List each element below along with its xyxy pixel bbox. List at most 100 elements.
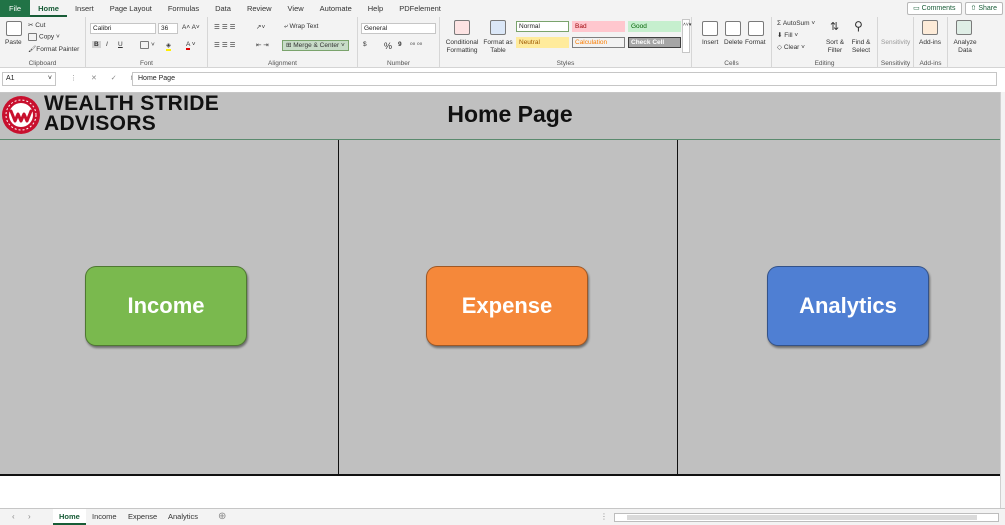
borders-button[interactable]: ˅ bbox=[140, 41, 155, 49]
scrollbar-thumb[interactable] bbox=[627, 515, 977, 520]
fill-color-button[interactable]: ◈ bbox=[166, 41, 171, 51]
chevron-down-icon: ˅ bbox=[47, 75, 52, 82]
tab-formulas[interactable]: Formulas bbox=[160, 0, 207, 17]
indent-buttons[interactable]: ⇤ ⇥ bbox=[256, 41, 269, 49]
clipboard-label: Clipboard bbox=[28, 60, 57, 67]
paint-bucket-icon: ◈ bbox=[166, 42, 171, 51]
autosum-button[interactable]: Σ AutoSum ˅ bbox=[777, 20, 815, 27]
sheet-tab-expense[interactable]: Expense bbox=[122, 509, 163, 525]
cells-group: Insert Delete Format Cells bbox=[692, 17, 772, 68]
cell-style-neutral[interactable]: Neutral bbox=[516, 37, 569, 48]
copy-icon bbox=[28, 33, 37, 41]
ribbon: Paste ✂ Cut Copy ˅ 🖌Format Painter Clipb… bbox=[0, 17, 1005, 68]
styles-scroll[interactable]: ˄˅▾ bbox=[682, 19, 691, 53]
sheet-tab-income[interactable]: Income bbox=[86, 509, 123, 525]
analytics-button[interactable]: Analytics bbox=[767, 266, 929, 346]
format-button[interactable]: Format bbox=[745, 39, 766, 46]
brand-name: WEALTH STRIDE ADVISORS bbox=[44, 92, 219, 135]
name-box[interactable]: A1 ˅ bbox=[2, 72, 56, 86]
sheet-tab-home[interactable]: Home bbox=[53, 509, 86, 525]
tab-file[interactable]: File bbox=[0, 0, 31, 17]
wrap-text-button[interactable]: ⤶ Wrap Text bbox=[284, 23, 318, 31]
currency-button[interactable]: $ bbox=[363, 41, 367, 48]
comments-button[interactable]: ▭ Comments bbox=[907, 2, 962, 15]
tab-automate[interactable]: Automate bbox=[312, 0, 360, 17]
add-sheet-icon[interactable]: ⊕ bbox=[218, 509, 226, 525]
font-size-select[interactable]: 36 bbox=[158, 23, 178, 34]
styles-group: Conditional Formatting Format as Table N… bbox=[440, 17, 692, 68]
editing-label: Editing bbox=[814, 60, 835, 67]
number-format-select[interactable]: General bbox=[361, 23, 436, 34]
sort-filter-icon: ⇅ bbox=[830, 21, 840, 33]
format-painter-button[interactable]: 🖌Format Painter bbox=[28, 45, 79, 53]
cut-button[interactable]: ✂ Cut bbox=[28, 21, 45, 29]
next-sheet-icon[interactable]: › bbox=[28, 509, 31, 525]
font-color-button[interactable]: A ˅ bbox=[186, 41, 196, 50]
paste-button[interactable]: Paste bbox=[5, 39, 22, 46]
page-title: Home Page bbox=[447, 101, 573, 127]
insert-button[interactable]: Insert bbox=[702, 39, 718, 46]
sheet-tab-analytics[interactable]: Analytics bbox=[162, 509, 204, 525]
horizontal-scrollbar[interactable] bbox=[614, 513, 999, 522]
format-table-icon bbox=[490, 20, 506, 35]
styles-label: Styles bbox=[556, 60, 575, 67]
orientation-button[interactable]: ↗˅ bbox=[256, 23, 265, 31]
cell-style-check-cell[interactable]: Check Cell bbox=[628, 37, 681, 48]
tab-split-handle-icon[interactable]: ⋮ bbox=[600, 509, 608, 525]
horizontal-align-buttons[interactable]: ☰☰☰ bbox=[214, 41, 237, 49]
cell-style-calculation[interactable]: Calculation bbox=[572, 37, 625, 48]
expense-button[interactable]: Expense bbox=[426, 266, 588, 346]
grow-font-button[interactable]: A˄ A˅ bbox=[182, 24, 200, 31]
border-icon bbox=[140, 41, 149, 49]
tab-pdfelement[interactable]: PDFelement bbox=[391, 0, 449, 17]
wealth-stride-logo-icon bbox=[2, 96, 40, 134]
analyze-data-button[interactable]: Analyze Data bbox=[952, 39, 978, 55]
tab-review[interactable]: Review bbox=[239, 0, 280, 17]
income-button[interactable]: Income bbox=[85, 266, 247, 346]
tab-help[interactable]: Help bbox=[360, 0, 391, 17]
delete-button[interactable]: Delete bbox=[724, 39, 743, 46]
clipboard-group: Paste ✂ Cut Copy ˅ 🖌Format Painter Clipb… bbox=[0, 17, 86, 68]
tab-insert[interactable]: Insert bbox=[67, 0, 102, 17]
clear-button[interactable]: ◇ Clear ˅ bbox=[777, 43, 805, 51]
alignment-group: ☰☰☰ ↗˅ ⤶ Wrap Text ☰☰☰ ⇤ ⇥ ⊞ Merge & Cen… bbox=[208, 17, 358, 68]
share-button[interactable]: ⇧ Share bbox=[964, 2, 1003, 15]
navigation-panels: Income Expense Analytics bbox=[0, 140, 1000, 476]
addins-button[interactable]: Add-ins bbox=[919, 39, 941, 46]
percent-button[interactable]: % bbox=[384, 41, 392, 51]
comma-button[interactable]: 9 bbox=[398, 41, 402, 48]
tab-view[interactable]: View bbox=[280, 0, 312, 17]
formula-input[interactable]: Home Page bbox=[132, 72, 997, 86]
delete-cells-icon bbox=[725, 21, 741, 36]
find-select-button[interactable]: Find & Select bbox=[848, 39, 874, 55]
italic-button[interactable]: I bbox=[106, 41, 108, 48]
sensitivity-label: Sensitivity bbox=[880, 60, 911, 67]
sort-filter-button[interactable]: Sort & Filter bbox=[824, 39, 846, 55]
vertical-align-buttons[interactable]: ☰☰☰ bbox=[214, 23, 237, 31]
decimal-buttons[interactable]: ⁰⁰ ⁰⁰ bbox=[410, 41, 422, 49]
underline-button[interactable]: U bbox=[118, 41, 123, 48]
formula-icons[interactable]: ⋮ ✕ ✓ fx bbox=[70, 72, 136, 86]
eraser-icon: ◇ bbox=[777, 44, 784, 51]
vertical-scrollbar[interactable] bbox=[1000, 92, 1005, 508]
tab-page-layout[interactable]: Page Layout bbox=[102, 0, 160, 17]
cell-style-normal[interactable]: Normal bbox=[516, 21, 569, 32]
tab-data[interactable]: Data bbox=[207, 0, 239, 17]
worksheet[interactable]: WEALTH STRIDE ADVISORS Home Page Income … bbox=[0, 92, 1000, 508]
sensitivity-button[interactable]: Sensitivity bbox=[881, 39, 910, 46]
tab-home[interactable]: Home bbox=[30, 0, 67, 17]
cell-style-bad[interactable]: Bad bbox=[572, 21, 625, 32]
merge-center-button[interactable]: ⊞ Merge & Center ˅ bbox=[282, 40, 349, 51]
copy-button[interactable]: Copy ˅ bbox=[28, 33, 60, 41]
prev-sheet-icon[interactable]: ‹ bbox=[12, 509, 15, 525]
format-cells-icon bbox=[748, 21, 764, 36]
font-family-select[interactable]: Calibri bbox=[90, 23, 156, 34]
bold-button[interactable]: B bbox=[92, 41, 101, 48]
cell-style-good[interactable]: Good bbox=[628, 21, 681, 32]
conditional-formatting-button[interactable]: Conditional Formatting bbox=[442, 39, 482, 55]
sensitivity-group: Sensitivity Sensitivity bbox=[878, 17, 914, 68]
addins-label: Add-ins bbox=[919, 60, 942, 67]
fill-button[interactable]: ⬇ Fill ˅ bbox=[777, 31, 798, 39]
alignment-label: Alignment bbox=[268, 60, 297, 67]
format-as-table-button[interactable]: Format as Table bbox=[482, 39, 514, 55]
